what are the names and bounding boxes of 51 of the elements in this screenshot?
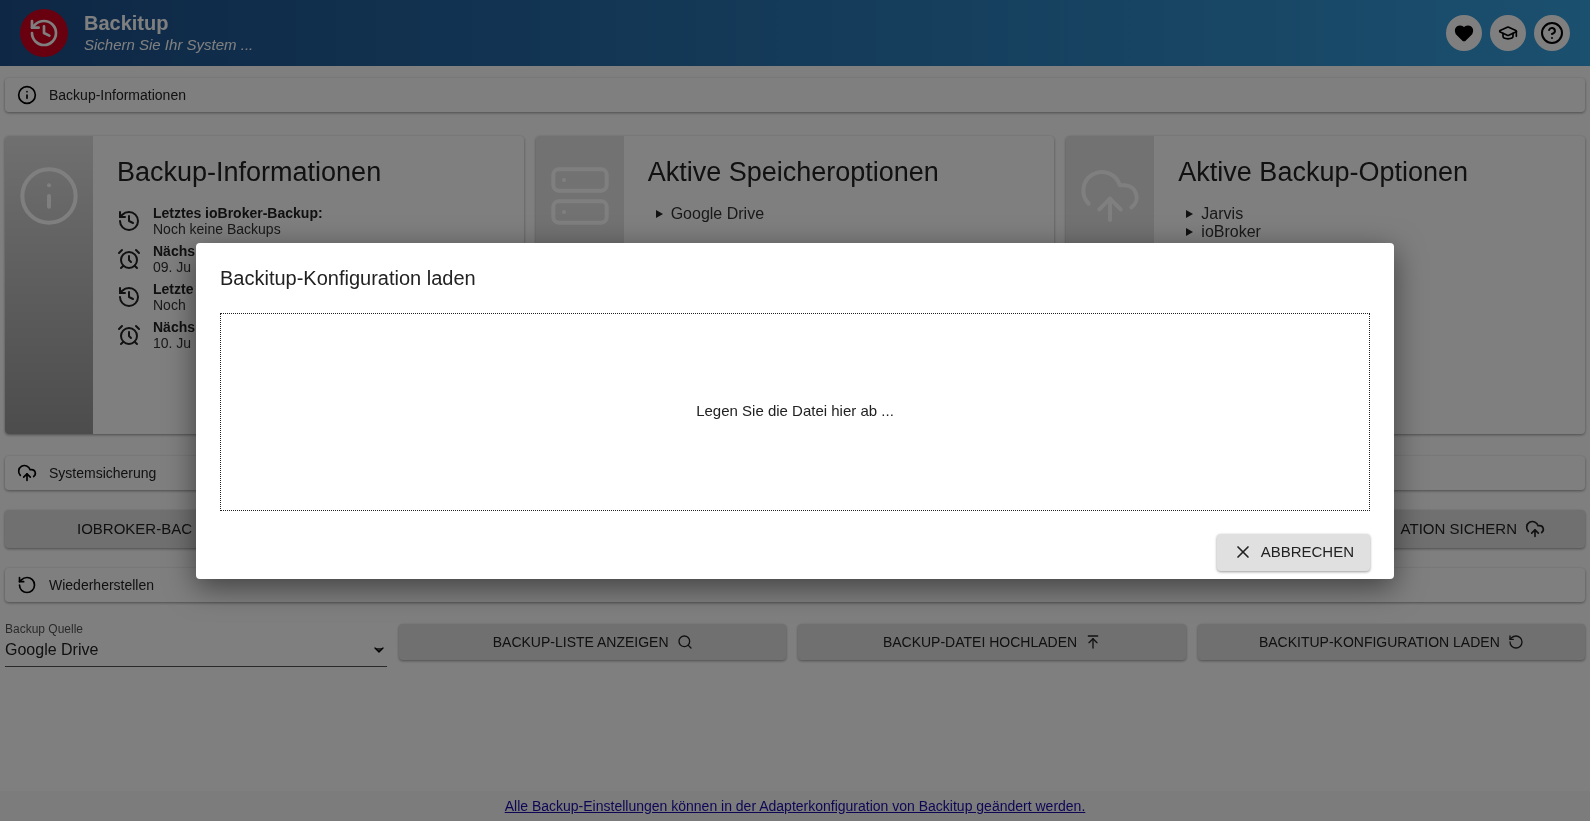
option-item: Google Drive xyxy=(670,204,765,223)
option-item: Jarvis xyxy=(1201,204,1244,223)
entry-label: Nächs xyxy=(153,318,196,335)
select-label: Backup Quelle xyxy=(5,621,85,638)
alarm-clock-icon xyxy=(117,246,141,271)
restore-button[interactable]: BACKITUP-KONFIGURATION LADEN xyxy=(1197,624,1585,660)
section-bar[interactable]: Backup-Informationen xyxy=(5,78,1585,112)
entry-value: 09. Ju xyxy=(153,258,193,275)
app-title: Backitup xyxy=(84,11,170,37)
entry-label: Letzte xyxy=(153,280,194,297)
restore-icon xyxy=(17,575,37,595)
heart-icon xyxy=(1454,23,1474,43)
restore-button[interactable]: BACKUP-LISTE ANZEIGEN xyxy=(399,624,787,660)
section-title: Systemsicherung xyxy=(49,463,157,483)
app-subtitle: Sichern Sie Ihr System ... xyxy=(84,36,254,55)
entry-value: Noch xyxy=(153,296,187,313)
cloud-upload-icon xyxy=(1525,519,1545,539)
drop-zone-hint: Legen Sie die Datei hier ab ... xyxy=(696,401,894,422)
card-title: Backup-Informationen xyxy=(117,156,383,189)
bullet-icon xyxy=(1186,209,1194,218)
option-item: ioBroker xyxy=(1201,222,1261,241)
history-icon xyxy=(28,17,60,49)
restore-button[interactable]: BACKUP-DATEI HOCHLADEN xyxy=(798,624,1186,660)
cloud-upload-icon xyxy=(17,463,37,483)
cancel-button[interactable]: ABBRECHEN xyxy=(1216,533,1370,571)
info-icon xyxy=(17,164,81,228)
help-icon xyxy=(1540,21,1564,45)
info-icon xyxy=(17,85,37,105)
entry-value: 10. Ju xyxy=(153,334,193,351)
entry-label: Letztes ioBroker-Backup: xyxy=(153,204,323,221)
section-title: Wiederherstellen xyxy=(49,575,155,595)
bullet-icon xyxy=(655,209,663,218)
search-icon xyxy=(676,634,693,650)
donate-button[interactable] xyxy=(1446,15,1482,51)
help-button[interactable] xyxy=(1534,15,1570,51)
graduation-cap-icon xyxy=(1498,23,1518,43)
card-title: Aktive Speicheroptionen xyxy=(647,156,940,189)
drop-zone[interactable]: Legen Sie die Datei hier ab ... xyxy=(220,312,1370,511)
dialog-title: Backitup-Konfiguration laden xyxy=(220,265,477,291)
docs-button[interactable] xyxy=(1490,15,1526,51)
history-icon xyxy=(117,208,141,233)
section-title: Backup-Informationen xyxy=(49,85,186,105)
select-value: Google Drive xyxy=(5,640,99,660)
alarm-clock-icon xyxy=(117,322,141,347)
restore-icon xyxy=(1507,634,1524,650)
source-select[interactable]: Backup Quelle Google Drive xyxy=(5,620,387,667)
card-title: Aktive Backup-Optionen xyxy=(1178,156,1469,189)
entry-value: Noch keine Backups xyxy=(153,220,281,237)
bullet-icon xyxy=(1186,227,1194,236)
history-icon xyxy=(117,284,141,309)
entry-label: Nächs xyxy=(153,242,196,259)
